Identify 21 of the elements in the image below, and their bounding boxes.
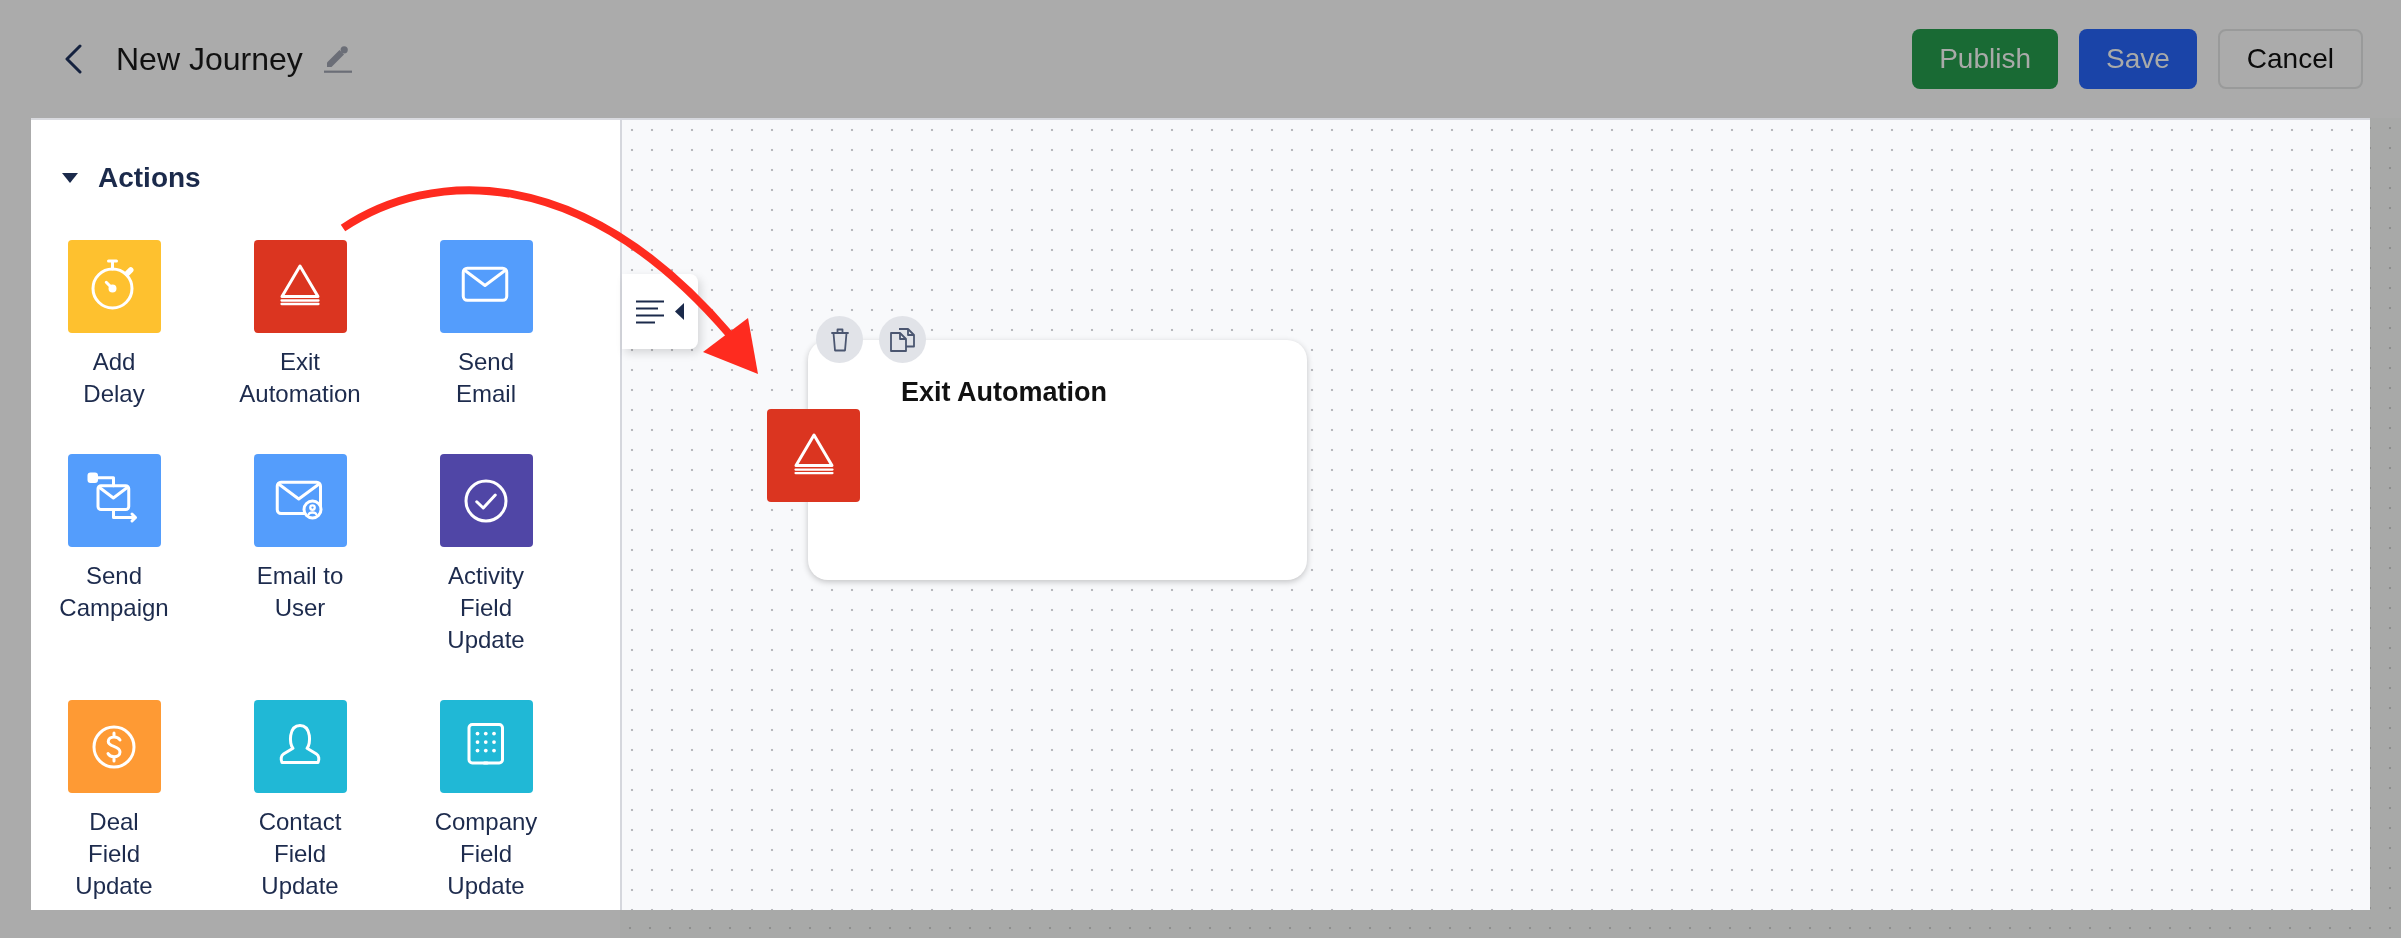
- action-item[interactable]: Email to User: [252, 454, 348, 656]
- action-item[interactable]: Send Campaign: [59, 454, 169, 656]
- action-item[interactable]: Contact Field Update: [252, 700, 348, 902]
- action-item[interactable]: Send Email: [438, 240, 534, 410]
- trash-icon: [830, 327, 849, 352]
- action-item[interactable]: Exit Automation: [239, 240, 361, 410]
- chevron-left-icon: [63, 44, 83, 74]
- save-button[interactable]: Save: [2079, 29, 2197, 89]
- lines-icon: [636, 299, 664, 324]
- caret-left-icon: [675, 303, 684, 320]
- copy-icon: [890, 327, 915, 352]
- section-toggle[interactable]: Actions: [62, 162, 201, 194]
- node-card[interactable]: Exit Automation: [808, 340, 1307, 580]
- action-item[interactable]: Add Delay: [66, 240, 162, 410]
- node-title: Exit Automation: [901, 376, 1107, 408]
- journey-title: New Journey: [116, 40, 303, 79]
- action-item[interactable]: Deal Field Update: [66, 700, 162, 902]
- cancel-button[interactable]: Cancel: [2217, 29, 2363, 89]
- action-item[interactable]: Company Field Update: [434, 700, 538, 902]
- action-item[interactable]: Activity Field Update: [438, 454, 534, 656]
- panel-toggle-button[interactable]: [622, 274, 698, 349]
